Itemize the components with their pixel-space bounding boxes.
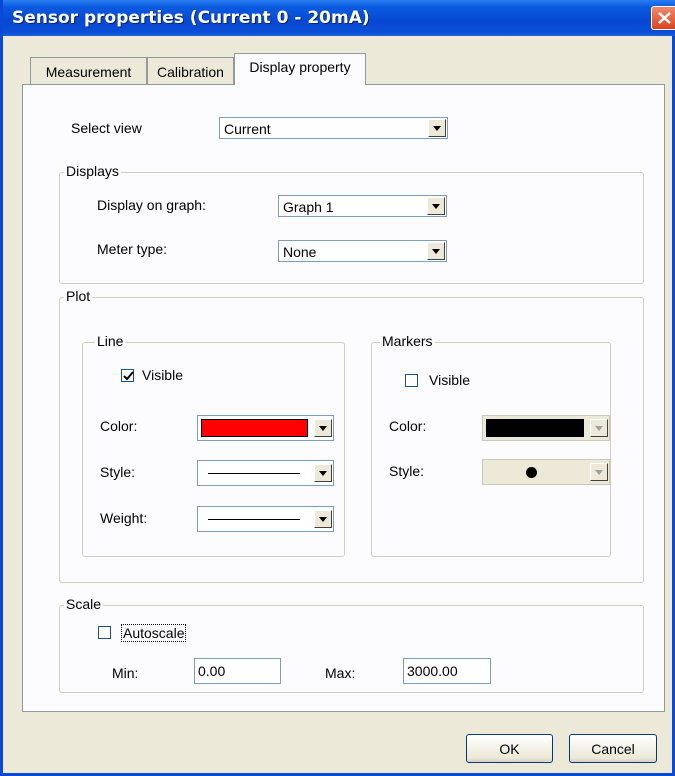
line-weight-label: Weight: — [100, 510, 148, 526]
line-group: Line Visible Color: Style: Weight: — [82, 333, 345, 557]
markers-style-label: Style: — [389, 463, 425, 479]
chevron-down-icon[interactable] — [590, 463, 608, 481]
min-input[interactable] — [194, 658, 281, 684]
marker-dot-icon — [526, 467, 537, 478]
chevron-down-icon[interactable] — [314, 464, 332, 482]
autoscale-label[interactable]: Autoscale — [121, 624, 187, 642]
select-view-dropdown[interactable]: Current — [219, 117, 448, 139]
line-group-title: Line — [95, 333, 126, 349]
dialog-window: Sensor properties (Current 0 - 20mA) Mea… — [0, 0, 675, 776]
chevron-down-icon[interactable] — [590, 419, 608, 437]
plot-group-title: Plot — [64, 288, 93, 304]
max-input[interactable] — [403, 658, 491, 684]
chevron-down-icon[interactable] — [427, 197, 445, 215]
checkmark-icon — [123, 371, 134, 381]
display-on-graph-label: Display on graph: — [97, 197, 206, 213]
ok-button-label: OK — [499, 741, 520, 757]
chevron-down-icon[interactable] — [427, 242, 445, 260]
ok-button[interactable]: OK — [466, 734, 553, 763]
max-label: Max: — [325, 665, 356, 681]
markers-visible-checkbox[interactable] — [405, 374, 418, 387]
chevron-down-icon[interactable] — [314, 510, 332, 528]
displays-group: Displays Display on graph: Graph 1 Meter… — [59, 163, 644, 284]
line-style-dropdown[interactable] — [197, 460, 334, 486]
line-visible-label: Visible — [142, 367, 183, 383]
tab-calibration-label: Calibration — [157, 64, 224, 80]
line-visible-checkbox[interactable] — [121, 369, 134, 382]
tab-display-property-label: Display property — [249, 59, 351, 75]
title-bar[interactable]: Sensor properties (Current 0 - 20mA) — [3, 0, 675, 36]
markers-color-label: Color: — [389, 418, 427, 434]
line-style-sample — [208, 473, 300, 474]
markers-color-dropdown[interactable] — [482, 415, 610, 441]
markers-color-swatch — [486, 419, 584, 437]
chevron-down-icon[interactable] — [428, 119, 446, 137]
scale-group: Scale Autoscale Min: Max: — [59, 596, 644, 693]
markers-style-dropdown[interactable] — [482, 459, 610, 485]
meter-type-dropdown[interactable]: None — [278, 240, 447, 262]
tab-calibration[interactable]: Calibration — [147, 57, 234, 85]
line-color-dropdown[interactable] — [197, 415, 334, 441]
markers-group-title: Markers — [380, 333, 435, 349]
cancel-button[interactable]: Cancel — [569, 734, 657, 763]
display-on-graph-dropdown[interactable]: Graph 1 — [278, 195, 447, 217]
tab-panel: Select view Current Displays Display on … — [22, 84, 665, 712]
select-view-label: Select view — [71, 120, 142, 136]
tab-measurement-label: Measurement — [45, 64, 132, 80]
plot-group: Plot Line Visible Color: Style: Weight: … — [59, 288, 644, 583]
window-title: Sensor properties (Current 0 - 20mA) — [12, 8, 370, 28]
scale-group-title: Scale — [64, 596, 104, 612]
close-icon — [658, 12, 671, 24]
cancel-button-label: Cancel — [591, 741, 635, 757]
autoscale-checkbox[interactable] — [98, 626, 111, 639]
tab-display-property[interactable]: Display property — [234, 53, 366, 85]
markers-visible-label: Visible — [429, 372, 470, 388]
select-view-value: Current — [224, 121, 271, 137]
meter-type-value: None — [283, 244, 317, 260]
displays-group-title: Displays — [64, 163, 121, 179]
meter-type-label: Meter type: — [97, 241, 168, 257]
min-label: Min: — [112, 665, 139, 681]
display-on-graph-value: Graph 1 — [283, 199, 334, 215]
line-weight-sample — [208, 519, 300, 520]
close-button[interactable] — [651, 6, 675, 30]
line-color-swatch — [201, 419, 308, 437]
line-color-label: Color: — [100, 418, 138, 434]
markers-group: Markers Visible Color: Style: — [371, 333, 611, 557]
line-style-label: Style: — [100, 464, 136, 480]
tab-measurement[interactable]: Measurement — [30, 57, 147, 85]
line-weight-dropdown[interactable] — [197, 506, 334, 532]
chevron-down-icon[interactable] — [314, 419, 332, 437]
